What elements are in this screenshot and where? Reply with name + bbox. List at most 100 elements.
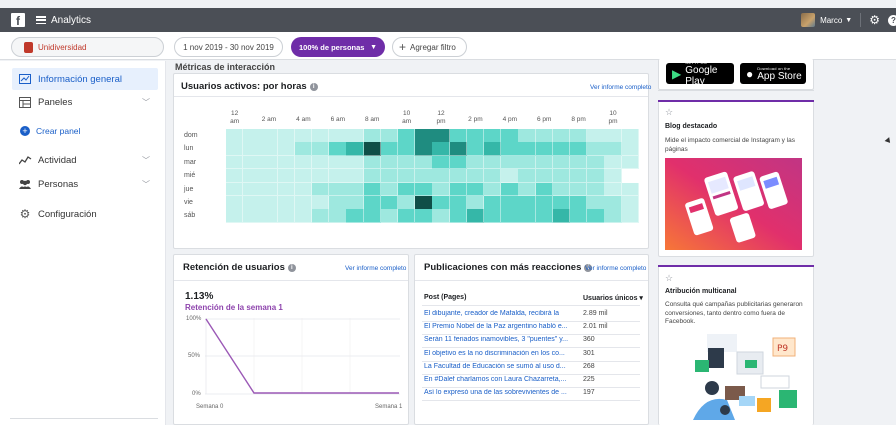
heatmap-cell[interactable] — [587, 182, 605, 197]
heatmap-cell[interactable] — [398, 129, 416, 143]
heatmap-cell[interactable] — [552, 129, 571, 143]
heatmap-cell[interactable] — [552, 169, 571, 183]
heatmap-cell[interactable] — [243, 155, 261, 170]
heatmap-cell[interactable] — [570, 182, 588, 197]
heatmap-cell[interactable] — [329, 209, 347, 223]
heatmap-cell[interactable] — [277, 182, 295, 197]
heatmap-cell[interactable] — [260, 196, 278, 210]
heatmap-cell[interactable] — [363, 209, 381, 223]
heatmap-cell[interactable] — [535, 129, 553, 143]
heatmap-cell[interactable] — [449, 196, 467, 210]
heatmap-cell[interactable] — [380, 129, 399, 143]
heatmap-cell[interactable] — [484, 155, 502, 170]
heatmap-cell[interactable] — [535, 209, 553, 223]
heatmap-cell[interactable] — [604, 142, 622, 156]
heatmap-cell[interactable] — [432, 209, 450, 223]
heatmap-cell[interactable] — [398, 209, 416, 223]
heatmap-cell[interactable] — [449, 142, 467, 156]
heatmap-cell[interactable] — [346, 182, 364, 197]
heatmap-cell[interactable] — [535, 155, 553, 170]
heatmap-cell[interactable] — [346, 209, 364, 223]
heatmap-cell[interactable] — [312, 129, 330, 143]
heatmap-cell[interactable] — [277, 142, 295, 156]
heatmap-cell[interactable] — [552, 209, 571, 223]
facebook-logo[interactable]: f — [11, 13, 25, 27]
heatmap-cell[interactable] — [604, 155, 622, 170]
heatmap-cell[interactable] — [346, 196, 364, 210]
heatmap-cell[interactable] — [570, 196, 588, 210]
heatmap-cell[interactable] — [243, 209, 261, 223]
heatmap-cell[interactable] — [621, 142, 639, 156]
heatmap-cell[interactable] — [604, 209, 622, 223]
heatmap-cell[interactable] — [432, 182, 450, 197]
heatmap-cell[interactable] — [466, 196, 485, 210]
heatmap-cell[interactable] — [552, 142, 571, 156]
heatmap-cell[interactable] — [484, 209, 502, 223]
heatmap-cell[interactable] — [552, 155, 571, 170]
heatmap-cell[interactable] — [277, 196, 295, 210]
heatmap-cell[interactable] — [466, 182, 485, 197]
user-name[interactable]: Marco — [820, 16, 842, 25]
heatmap-cell[interactable] — [449, 182, 467, 197]
heatmap-cell[interactable] — [449, 169, 467, 183]
heatmap-cell[interactable] — [432, 142, 450, 156]
post-link[interactable]: El dibujante, creador de Mafalda, recibi… — [424, 310, 579, 317]
heatmap-cell[interactable] — [501, 196, 519, 210]
heatmap-cell[interactable] — [226, 169, 244, 183]
heatmap-cell[interactable] — [604, 129, 622, 143]
app-store-button[interactable]: ● Download on the App Store — [740, 63, 806, 84]
info-icon[interactable]: i — [287, 263, 296, 272]
heatmap-cell[interactable] — [415, 196, 433, 210]
heatmap-cell[interactable] — [621, 182, 639, 197]
heatmap-cell[interactable] — [415, 142, 433, 156]
heatmap-cell[interactable] — [570, 142, 588, 156]
heatmap-cell[interactable] — [226, 196, 244, 210]
heatmap-cell[interactable] — [501, 169, 519, 183]
heatmap-cell[interactable] — [294, 142, 313, 156]
heatmap-cell[interactable] — [380, 182, 399, 197]
heatmap-cell[interactable] — [294, 196, 313, 210]
sidebar-item-create-panel[interactable]: + Crear panel — [12, 120, 158, 142]
heatmap-cell[interactable] — [398, 155, 416, 170]
heatmap-cell[interactable] — [312, 142, 330, 156]
heatmap-cell[interactable] — [432, 196, 450, 210]
heatmap-cell[interactable] — [346, 155, 364, 170]
heatmap-cell[interactable] — [363, 155, 381, 170]
heatmap-cell[interactable] — [294, 129, 313, 143]
organization-selector[interactable]: Unidiversidad — [11, 37, 164, 57]
heatmap-cell[interactable] — [535, 142, 553, 156]
heatmap-cell[interactable] — [380, 209, 399, 223]
heatmap-cell[interactable] — [518, 169, 536, 183]
heatmap-cell[interactable] — [260, 129, 278, 143]
heatmap-cell[interactable] — [466, 169, 485, 183]
heatmap-cell[interactable] — [604, 182, 622, 197]
heatmap-cell[interactable] — [363, 169, 381, 183]
chevron-down-icon[interactable]: ▼ — [845, 17, 852, 24]
heatmap-cell[interactable] — [260, 169, 278, 183]
active-users-full-report-link[interactable]: Ver informe completo — [590, 84, 651, 91]
chevron-down-icon[interactable]: ﹀ — [142, 179, 150, 190]
heatmap-cell[interactable] — [398, 196, 416, 210]
heatmap-cell[interactable] — [312, 169, 330, 183]
heatmap-cell[interactable] — [552, 196, 571, 210]
heatmap-cell[interactable] — [484, 129, 502, 143]
heatmap-cell[interactable] — [621, 155, 639, 170]
post-link[interactable]: El objetivo es la no discriminación en l… — [424, 350, 579, 357]
heatmap-cell[interactable] — [466, 129, 485, 143]
heatmap-cell[interactable] — [329, 155, 347, 170]
heatmap-cell[interactable] — [570, 155, 588, 170]
gear-icon[interactable]: ⚙ — [869, 13, 880, 27]
heatmap-cell[interactable] — [535, 169, 553, 183]
heatmap-cell[interactable] — [398, 169, 416, 183]
top-posts-full-report-link[interactable]: Ver informe completo — [585, 265, 646, 272]
heatmap-cell[interactable] — [415, 155, 433, 170]
heatmap-cell[interactable] — [294, 182, 313, 197]
heatmap-cell[interactable] — [243, 129, 261, 143]
heatmap-cell[interactable] — [277, 169, 295, 183]
heatmap-cell[interactable] — [329, 182, 347, 197]
heatmap-cell[interactable] — [329, 142, 347, 156]
post-link[interactable]: La Facultad de Educación se sumó al uso … — [424, 363, 579, 370]
heatmap-cell[interactable] — [466, 155, 485, 170]
heatmap-cell[interactable] — [449, 209, 467, 223]
sidebar-item-dashboards[interactable]: Paneles ﹀ — [12, 91, 158, 113]
